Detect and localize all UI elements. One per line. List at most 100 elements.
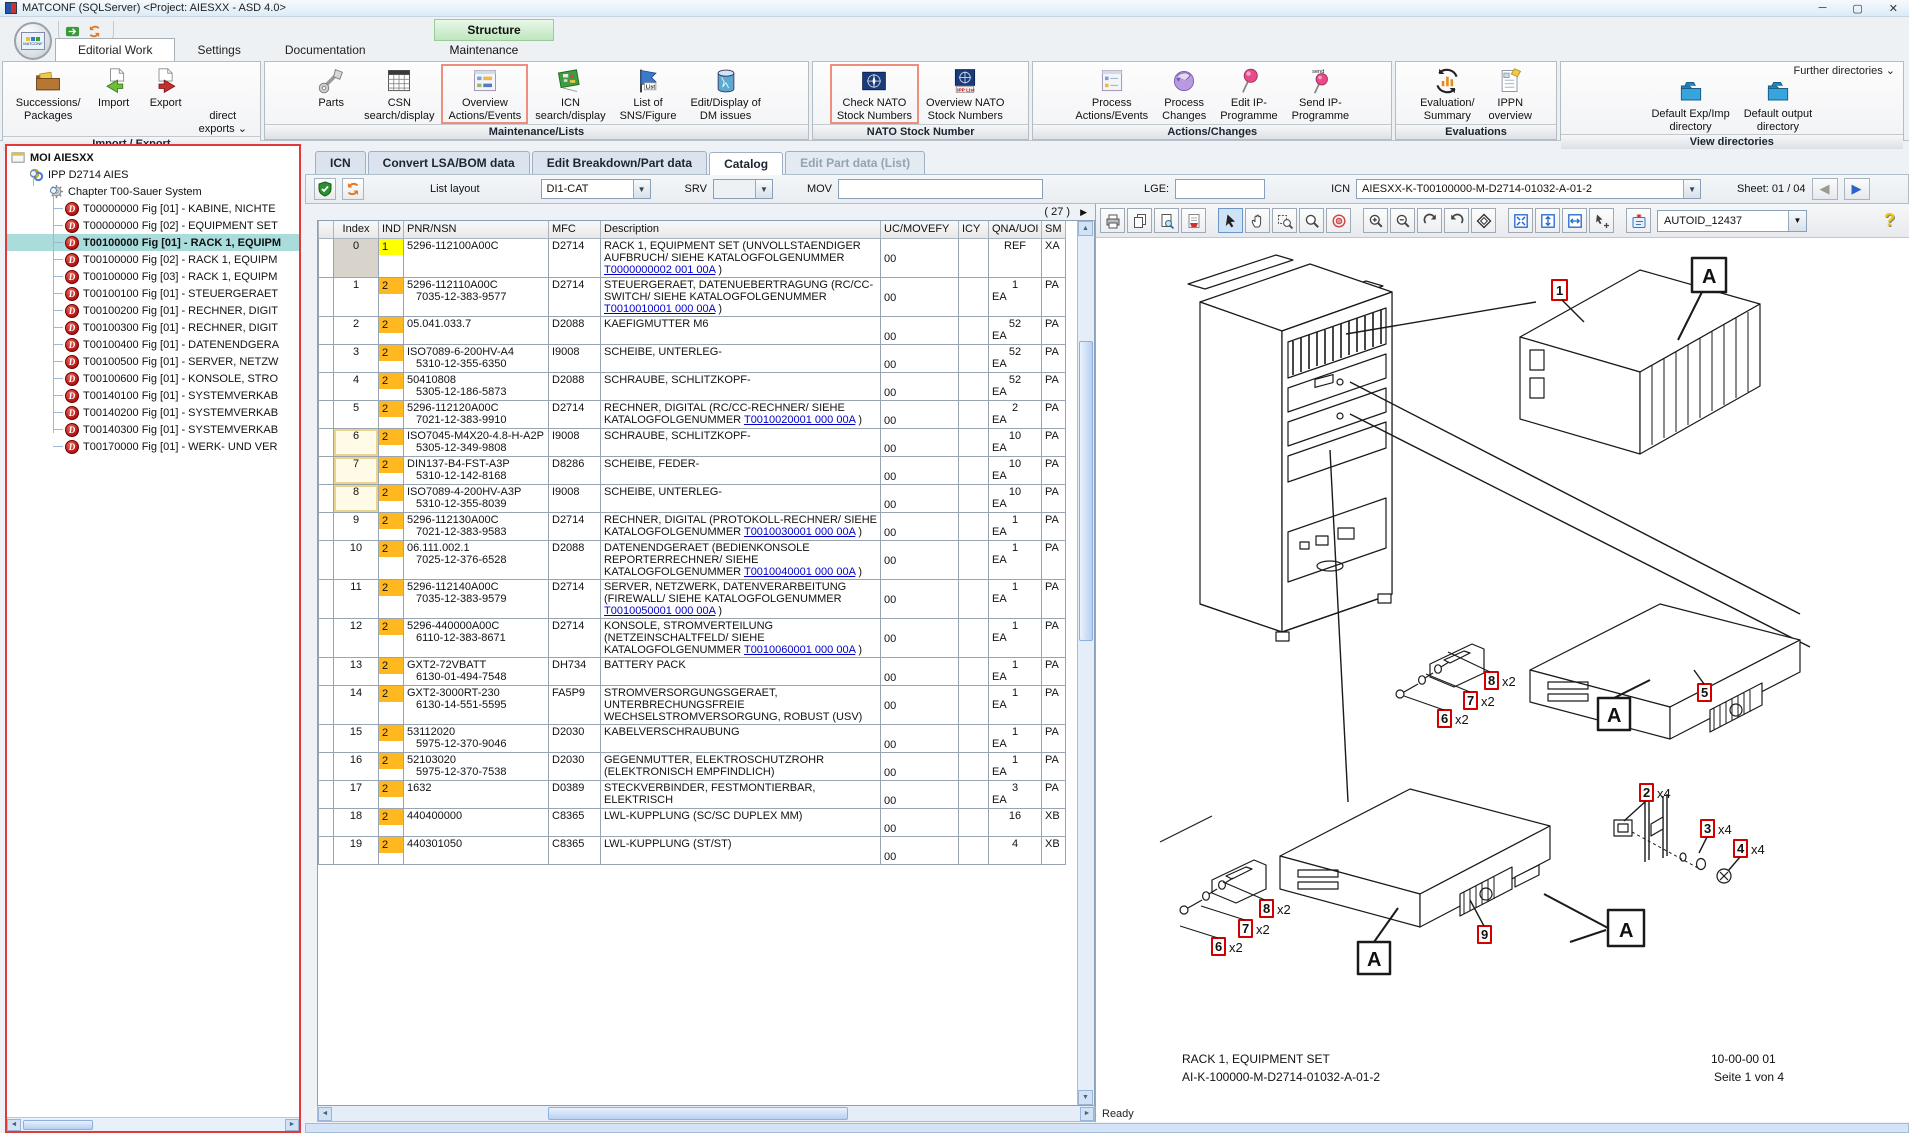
tab-catalog[interactable]: Catalog xyxy=(709,152,783,175)
overview-actions-events-button[interactable]: Overview Actions/Events xyxy=(442,65,527,123)
catalog-link[interactable]: T0010060001 000 00A xyxy=(744,644,855,656)
column-header-mfc[interactable]: MFC xyxy=(549,221,601,238)
autoid-select[interactable]: AUTOID_12437▼ xyxy=(1657,210,1807,232)
table-row[interactable]: 182440400000C8365LWL-KUPPLUNG (SC/SC DUP… xyxy=(319,808,1066,836)
table-row[interactable]: 015296-112100A00CD2714RACK 1, EQUIPMENT … xyxy=(319,238,1066,277)
default-expimp-directory-button[interactable]: Default Exp/Imp directory xyxy=(1645,76,1735,134)
process-actions-events-button[interactable]: Process Actions/Events xyxy=(1069,65,1154,123)
table-vertical-scrollbar[interactable]: ▲ ▼ xyxy=(1077,221,1094,1105)
table-row[interactable]: 1721632D0389STECKVERBINDER, FESTMONTIERB… xyxy=(319,780,1066,808)
table-row[interactable]: 125296-112110A00C7035-12-383-9577D2714ST… xyxy=(319,277,1066,316)
table-row[interactable]: 1125296-112140A00C7035-12-383-9579D2714S… xyxy=(319,579,1066,618)
column-header-index[interactable]: Index xyxy=(334,221,379,238)
pan-hand-button[interactable] xyxy=(1245,208,1270,233)
table-row[interactable]: 1225296-440000A00C6110-12-383-8671D2714K… xyxy=(319,618,1066,657)
zoom-in-button[interactable] xyxy=(1363,208,1388,233)
column-header-qna-uoi[interactable]: QNA/UOI xyxy=(989,221,1042,238)
table-horizontal-scrollbar[interactable]: ◄ ► xyxy=(317,1106,1095,1122)
parts-button[interactable]: Parts xyxy=(306,65,356,111)
column-header-description[interactable]: Description xyxy=(601,221,881,238)
tree-item-6[interactable]: DT00100200 Fig [01] - RECHNER, DIGIT xyxy=(7,302,299,319)
minimize-button[interactable]: ─ xyxy=(1813,2,1833,15)
pdf-export-button[interactable] xyxy=(1181,208,1206,233)
scroll-up-icon[interactable]: ▲ xyxy=(1078,221,1093,236)
ribbon-tab-maintenance[interactable]: Maintenance xyxy=(428,39,541,61)
fit-width-button[interactable] xyxy=(1562,208,1587,233)
evaluation-summary-button[interactable]: Evaluation/ Summary xyxy=(1414,65,1480,123)
refresh-list-button[interactable] xyxy=(342,178,364,200)
catalog-link[interactable]: T0010040001 000 00A xyxy=(744,566,855,578)
send-ip-programme-button[interactable]: sendSend IP- Programme xyxy=(1286,65,1355,123)
catalog-link[interactable]: T0010050001 000 00A xyxy=(604,605,715,617)
copy-button[interactable] xyxy=(1127,208,1152,233)
rotate-cw-button[interactable] xyxy=(1417,208,1442,233)
tree-horizontal-scrollbar[interactable]: ◄ ► xyxy=(7,1117,299,1131)
scroll-left-icon[interactable]: ◄ xyxy=(7,1119,21,1131)
catalog-link[interactable]: T0010010001 000 00A xyxy=(604,303,715,315)
tab-convert-lsa-bom-data[interactable]: Convert LSA/BOM data xyxy=(368,151,530,174)
scroll-down-icon[interactable]: ▼ xyxy=(1078,1090,1093,1105)
export-button[interactable]: Export xyxy=(141,65,191,111)
zoom-out-button[interactable] xyxy=(1390,208,1415,233)
table-row[interactable]: 62ISO7045-M4X20-4.8-H-A2P5305-12-349-980… xyxy=(319,428,1066,456)
table-row[interactable]: 152531120205975-12-370-9046D2030KABELVER… xyxy=(319,724,1066,752)
successions-packages-button[interactable]: Successions/ Packages xyxy=(10,65,87,123)
tree-item-7[interactable]: DT00100300 Fig [01] - RECHNER, DIGIT xyxy=(7,319,299,336)
print-button[interactable] xyxy=(1100,208,1125,233)
ribbon-tab-documentation[interactable]: Documentation xyxy=(263,39,388,61)
mov-input[interactable] xyxy=(838,179,1043,199)
icn-select[interactable]: AIESXX-K-T00100000-M-D2714-01032-A-01-2▼ xyxy=(1356,179,1701,199)
redline-button[interactable] xyxy=(1326,208,1351,233)
bottom-scrollbar-strip[interactable] xyxy=(305,1123,1909,1133)
list-layout-select[interactable]: DI1-CAT▼ xyxy=(541,179,651,199)
tree-item-9[interactable]: DT00100500 Fig [01] - SERVER, NETZW xyxy=(7,353,299,370)
scroll-right-icon[interactable]: ► xyxy=(285,1119,299,1131)
ippn-overview-button[interactable]: IPPN overview xyxy=(1483,65,1538,123)
direct-exports-button[interactable]: direct exports ⌄ xyxy=(193,65,253,136)
splitter-collapse-icon[interactable]: ▶ xyxy=(1080,207,1087,218)
tab-edit-breakdown-part-data[interactable]: Edit Breakdown/Part data xyxy=(532,151,707,174)
list-of-sns-figure-button[interactable]: ListList of SNS/Figure xyxy=(614,65,683,123)
edit-ip-programme-button[interactable]: Edit IP- Programme xyxy=(1214,65,1283,123)
tree-item-3[interactable]: DT00100000 Fig [02] - RACK 1, EQUIPM xyxy=(7,251,299,268)
illustration-canvas[interactable]: 1 A xyxy=(1096,238,1909,1106)
tree-item-11[interactable]: DT00140100 Fig [01] - SYSTEMVERKAB xyxy=(7,387,299,404)
table-row[interactable]: 925296-112130A00C7021-12-383-9583D2714RE… xyxy=(319,512,1066,540)
hotspot-button[interactable] xyxy=(1626,208,1651,233)
overview-nato-stock-numbers-button[interactable]: IPP ListOverview NATO Stock Numbers xyxy=(920,65,1010,123)
tree-item-12[interactable]: DT00140200 Fig [01] - SYSTEMVERKAB xyxy=(7,404,299,421)
table-row[interactable]: 132GXT2-72VBATT6130-01-494-7548DH734BATT… xyxy=(319,657,1066,685)
table-row[interactable]: 162521030205975-12-370-7538D2030GEGENMUT… xyxy=(319,752,1066,780)
tree-item-4[interactable]: DT00100000 Fig [03] - RACK 1, EQUIPM xyxy=(7,268,299,285)
srv-select[interactable]: ▼ xyxy=(713,179,773,199)
edit-display-dm-issues-button[interactable]: Edit/Display of DM issues xyxy=(684,65,766,123)
check-nato-stock-numbers-button[interactable]: Check NATO Stock Numbers xyxy=(831,65,918,123)
scroll-right-icon[interactable]: ► xyxy=(1080,1107,1094,1121)
preview-button[interactable] xyxy=(1154,208,1179,233)
table-row[interactable]: 10206.111.002.17025-12-376-6528D2088DATE… xyxy=(319,540,1066,579)
catalog-link[interactable]: T0000000002 001 00A xyxy=(604,264,715,276)
column-header-uc-movefy[interactable]: UC/MOVEFY xyxy=(881,221,959,238)
table-row[interactable]: 2205.041.033.7D2088KAEFIGMUTTER M60052EA… xyxy=(319,316,1066,344)
table-row[interactable]: 142GXT2-3000RT-2306130-14-551-5595FA5P9S… xyxy=(319,685,1066,724)
matconf-logo-button[interactable]: MATCONF xyxy=(14,22,52,60)
fit-page-button[interactable] xyxy=(1508,208,1533,233)
tree-item-10[interactable]: DT00100600 Fig [01] - KONSOLE, STRO xyxy=(7,370,299,387)
tree-item-1[interactable]: DT00000000 Fig [02] - EQUIPMENT SET xyxy=(7,217,299,234)
select-cursor-button[interactable] xyxy=(1218,208,1243,233)
tree-node-ipp[interactable]: IPP D2714 AIES xyxy=(7,166,299,183)
validate-button[interactable] xyxy=(314,178,336,200)
magnifier-button[interactable] xyxy=(1299,208,1324,233)
lge-input[interactable] xyxy=(1175,179,1265,199)
column-header-icy[interactable]: ICY xyxy=(959,221,989,238)
tab-edit-part-data-list-[interactable]: Edit Part data (List) xyxy=(785,151,925,174)
tree-item-14[interactable]: DT00170000 Fig [01] - WERK- UND VER xyxy=(7,438,299,455)
import-button[interactable]: Import xyxy=(89,65,139,111)
diamond-view-button[interactable] xyxy=(1471,208,1496,233)
icn-search-display-button[interactable]: ICN search/display xyxy=(529,65,611,123)
previous-sheet-button[interactable]: ◀ xyxy=(1812,178,1838,200)
zoom-select-button[interactable] xyxy=(1272,208,1297,233)
tree-item-2[interactable]: DT00100000 Fig [01] - RACK 1, EQUIPM xyxy=(7,234,299,251)
process-changes-button[interactable]: Process Changes xyxy=(1156,65,1212,123)
column-header-pnr-nsn[interactable]: PNR/NSN xyxy=(404,221,549,238)
